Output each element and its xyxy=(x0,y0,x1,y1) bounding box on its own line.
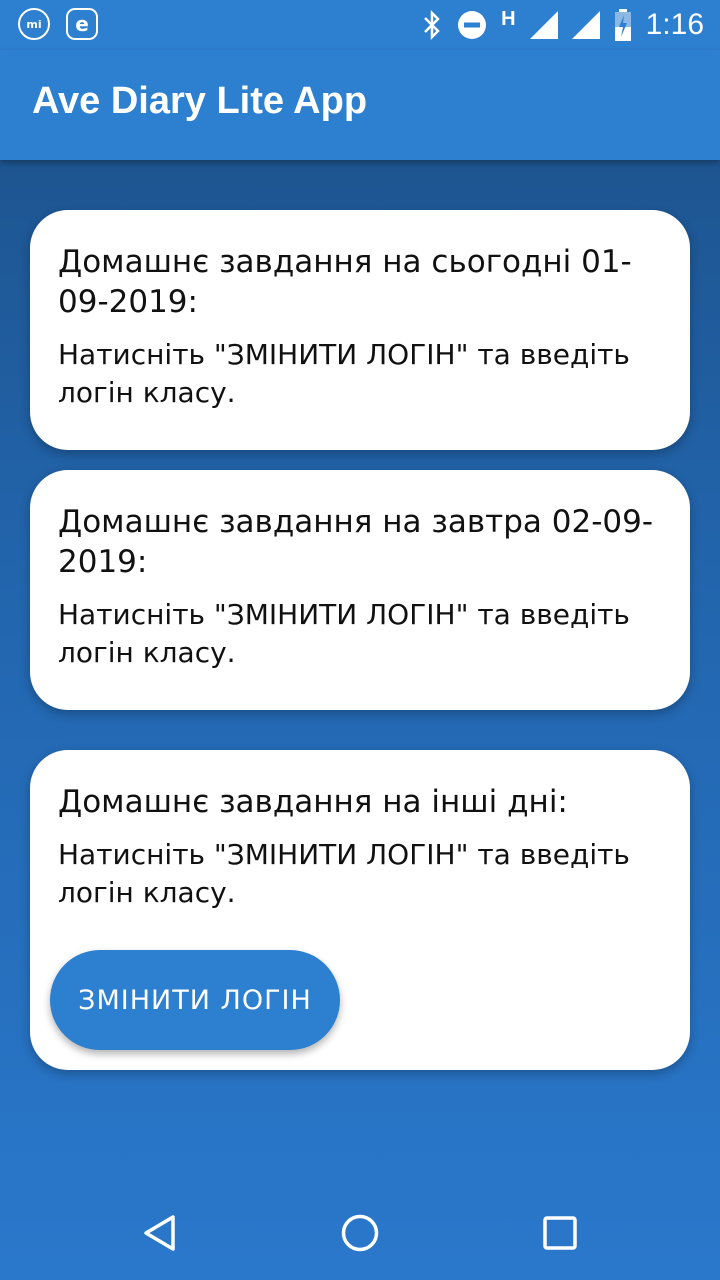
homework-other-days-card: Домашнє завдання на інші дні: Натисніть … xyxy=(30,750,690,1070)
system-icons: H 1:16 xyxy=(421,6,704,44)
homework-tomorrow-card: Домашнє завдання на завтра 02-09-2019: Н… xyxy=(30,470,690,710)
homework-today-card: Домашнє завдання на сьогодні 01-09-2019:… xyxy=(30,210,690,450)
card-title: Домашнє завдання на сьогодні 01-09-2019: xyxy=(58,244,632,320)
back-icon xyxy=(144,1215,175,1251)
clock: 1:16 xyxy=(645,8,704,41)
mi-app-icon: mi xyxy=(18,8,50,40)
app-bar: Ave Diary Lite App xyxy=(0,50,720,160)
card-title: Домашнє завдання на інші дні: xyxy=(58,784,568,820)
battery-icon xyxy=(614,9,631,41)
recents-button[interactable] xyxy=(525,1198,595,1268)
notification-icons: mi e xyxy=(18,8,98,40)
recents-icon xyxy=(543,1216,577,1250)
signal-icon-2 xyxy=(571,11,600,39)
bluetooth-icon xyxy=(424,10,440,40)
app-title: Ave Diary Lite App xyxy=(32,80,368,122)
e-app-icon: e xyxy=(66,8,98,40)
navigation-bar xyxy=(0,1184,720,1280)
status-bar: mi e H 1:16 xyxy=(0,0,720,50)
card-text: Натисніть "ЗМІНИТИ ЛОГІН" та введіть лог… xyxy=(58,338,630,409)
card-title: Домашнє завдання на завтра 02-09-2019: xyxy=(58,504,654,580)
home-button[interactable] xyxy=(325,1198,395,1268)
card-text: Натисніть "ЗМІНИТИ ЛОГІН" та введіть лог… xyxy=(58,838,630,909)
home-icon xyxy=(341,1214,379,1252)
back-button[interactable] xyxy=(125,1198,195,1268)
card-text: Натисніть "ЗМІНИТИ ЛОГІН" та введіть лог… xyxy=(58,598,630,669)
do-not-disturb-icon xyxy=(458,11,487,39)
change-login-button[interactable]: ЗМІНИТИ ЛОГІН xyxy=(50,950,340,1050)
network-type-label: H xyxy=(501,7,516,30)
signal-icon xyxy=(529,11,558,39)
